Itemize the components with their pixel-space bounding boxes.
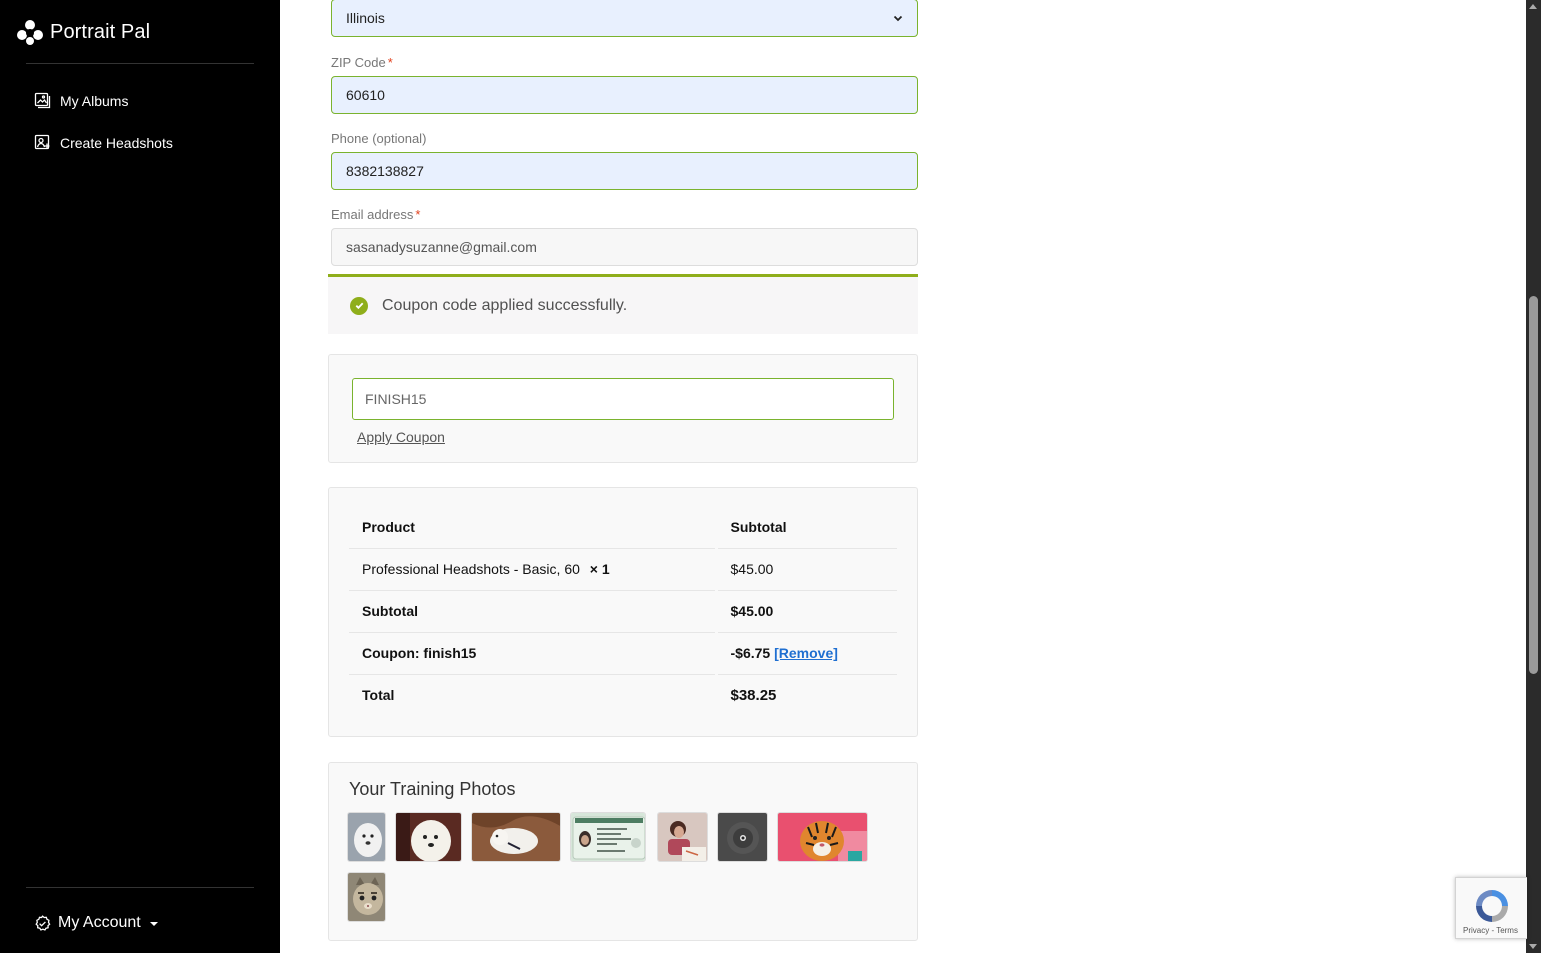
table-row: Total $38.25: [349, 674, 897, 716]
coupon-success-notice: Coupon code applied successfully.: [328, 274, 918, 334]
phone-input[interactable]: 8382138827: [331, 152, 918, 190]
sidebar-divider: [26, 63, 254, 64]
training-photos-title: Your Training Photos: [349, 779, 516, 799]
table-header-row: Product Subtotal: [349, 506, 897, 549]
training-photo[interactable]: [347, 812, 386, 862]
coupon-discount-value: -$6.75: [730, 645, 771, 661]
coupon-code-input[interactable]: FINISH15: [352, 378, 894, 420]
sidebar-item-label: Create Headshots: [60, 134, 173, 151]
coupon-line-cell: -$6.75 [Remove]: [716, 632, 897, 675]
training-photo[interactable]: [777, 812, 868, 862]
zip-value: 60610: [346, 87, 385, 103]
order-summary: Product Subtotal Professional Headshots …: [328, 487, 918, 737]
portrait-pal-logo-icon: [17, 20, 43, 45]
recaptcha-logo-icon: [1476, 890, 1508, 922]
sidebar-item-label: My Albums: [60, 92, 129, 109]
product-cell: Professional Headshots - Basic, 60 × 1: [349, 548, 718, 591]
training-photo[interactable]: [570, 812, 646, 862]
apply-coupon-link[interactable]: Apply Coupon: [357, 429, 445, 445]
table-row: Subtotal $45.00: [349, 590, 897, 633]
email-label-text: Email address: [331, 207, 414, 222]
phone-label: Phone (optional): [331, 131, 426, 146]
fluffy-dog-photo: [396, 813, 461, 861]
dog-on-rug-photo: [472, 813, 560, 861]
table-row: Professional Headshots - Basic, 60 × 1 $…: [349, 548, 897, 591]
notice-text: Coupon code applied successfully.: [382, 296, 628, 314]
phone-value: 8382138827: [346, 163, 424, 179]
product-header: Product: [349, 506, 718, 549]
coupon-code-value: FINISH15: [365, 391, 427, 407]
recaptcha-badge[interactable]: Privacy - Terms: [1455, 877, 1527, 939]
training-photo[interactable]: [347, 872, 386, 922]
subtotal-value: $45.00: [716, 590, 897, 633]
order-table: Product Subtotal Professional Headshots …: [349, 506, 897, 716]
account-check-icon: [35, 914, 51, 931]
scroll-up-arrow-icon[interactable]: [1529, 4, 1537, 9]
zip-label: ZIP Code *: [331, 55, 393, 70]
required-marker: *: [415, 207, 421, 222]
state-select-value: Illinois: [346, 10, 385, 26]
total-label: Total: [349, 674, 718, 716]
recaptcha-links[interactable]: Privacy - Terms: [1463, 926, 1518, 935]
white-puppy-photo: [348, 813, 385, 861]
id-card-photo: [571, 813, 645, 861]
sidebar-divider: [26, 887, 254, 888]
subtotal-header: Subtotal: [716, 506, 897, 549]
phone-label-text: Phone (optional): [331, 131, 427, 146]
app-name: Portrait Pal: [50, 20, 151, 43]
training-photos: Your Training Photos: [328, 762, 918, 941]
brand[interactable]: Portrait Pal: [16, 18, 150, 46]
scrollbar-thumb[interactable]: [1529, 296, 1538, 674]
product-price: $45.00: [716, 548, 897, 591]
table-row: Coupon: finish15 -$6.75 [Remove]: [349, 632, 897, 675]
sidebar-item-my-albums[interactable]: My Albums: [34, 92, 128, 109]
subtotal-label: Subtotal: [349, 590, 718, 633]
chevron-down-icon: [893, 15, 903, 22]
page-scrollbar[interactable]: [1526, 0, 1541, 953]
coupon-box: FINISH15 Apply Coupon: [328, 354, 918, 463]
success-check-icon: [350, 296, 368, 315]
email-label: Email address *: [331, 207, 420, 222]
training-photo[interactable]: [471, 812, 561, 862]
state-select[interactable]: Illinois: [331, 0, 918, 37]
remove-coupon-link[interactable]: [Remove]: [774, 645, 838, 661]
email-value: sasanadysuzanne@gmail.com: [346, 239, 537, 255]
dark-ring-photo: [718, 813, 767, 861]
sidebar: Portrait Pal My Albums Create Headshots …: [0, 0, 280, 953]
cat-face-photo: [348, 873, 385, 921]
caret-down-icon: [149, 922, 158, 926]
zip-input[interactable]: 60610: [331, 76, 918, 114]
zip-label-text: ZIP Code: [331, 55, 386, 70]
my-account-label: My Account: [58, 914, 141, 931]
training-photo[interactable]: [657, 812, 708, 862]
girl-drawing-photo: [658, 813, 707, 861]
sidebar-item-create-headshots[interactable]: Create Headshots: [34, 134, 173, 151]
product-name: Professional Headshots - Basic, 60: [362, 561, 580, 577]
training-photo[interactable]: [395, 812, 462, 862]
albums-icon: [34, 92, 51, 109]
my-account-menu[interactable]: My Account: [34, 914, 158, 932]
required-marker: *: [387, 55, 393, 70]
total-value: $38.25: [730, 686, 777, 704]
create-headshots-icon: [34, 134, 50, 150]
tiger-photo: [778, 813, 867, 861]
email-input[interactable]: sasanadysuzanne@gmail.com: [331, 228, 918, 266]
scroll-down-arrow-icon[interactable]: [1529, 944, 1537, 949]
product-qty: × 1: [589, 561, 610, 577]
coupon-line-label: Coupon: finish15: [349, 632, 718, 675]
training-photo[interactable]: [717, 812, 768, 862]
